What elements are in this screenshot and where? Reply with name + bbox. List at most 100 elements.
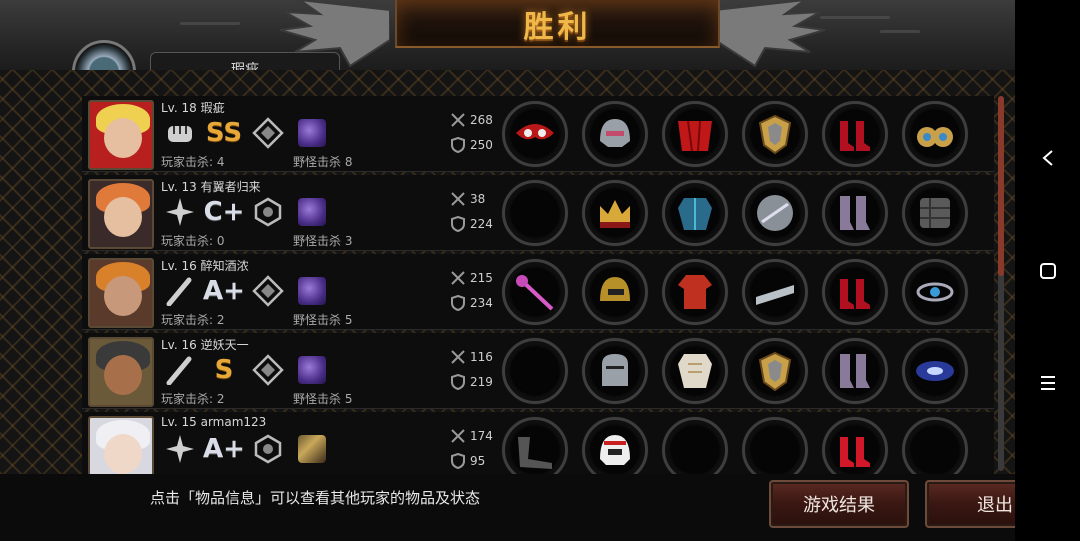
attack-value: 116 (470, 350, 493, 364)
item-slot[interactable] (902, 101, 968, 167)
item-slot[interactable] (502, 259, 568, 325)
scrollbar-thumb[interactable] (998, 96, 1004, 276)
player-avatar[interactable] (88, 337, 154, 407)
pet-icon (293, 274, 331, 308)
home-button[interactable] (1033, 256, 1063, 286)
pet-icon (293, 353, 331, 387)
player-name: armam123 (200, 415, 267, 429)
player-avatar[interactable] (88, 416, 154, 474)
round-disc-icon (757, 195, 793, 231)
item-slot[interactable] (662, 259, 728, 325)
item-slot[interactable] (902, 180, 968, 246)
player-level: Lv. 16 (161, 259, 197, 273)
shuriken-icon (161, 195, 199, 229)
home-square-icon (1040, 263, 1056, 279)
crossed-swords-icon (451, 429, 465, 443)
player-level: Lv. 18 (161, 101, 197, 115)
tier-hexagon-icon (249, 195, 287, 229)
right-wing-ornament (715, 0, 825, 68)
player-avatar[interactable] (88, 258, 154, 328)
monster-kills: 野怪击杀 5 (293, 313, 353, 327)
back-button[interactable] (1033, 143, 1063, 173)
empty-item-slot[interactable] (502, 180, 568, 246)
item-slot[interactable] (662, 101, 728, 167)
pet-icon (293, 432, 331, 466)
red-heels-icon (840, 121, 870, 151)
item-slot[interactable] (502, 417, 568, 474)
victory-title: 胜利 (523, 10, 592, 45)
defense-value: 95 (470, 454, 486, 468)
stone-gauntlet-icon (920, 198, 950, 228)
player-name: 有翼者归来 (200, 180, 261, 194)
gold-earrings-icon (917, 127, 953, 147)
menu-button[interactable] (1033, 368, 1063, 398)
tier-hexagon-icon (249, 432, 287, 466)
results-panel: Lv. 18 瑕疵 SS 玩家击杀: 4 野怪击杀 8 268 250 Lv. (0, 70, 1015, 474)
item-slot[interactable] (582, 101, 648, 167)
item-slot[interactable] (582, 180, 648, 246)
defense-value: 250 (470, 138, 493, 152)
blue-armor-icon (678, 198, 712, 230)
player-avatar[interactable] (88, 179, 154, 249)
player-level: Lv. 15 (161, 415, 197, 429)
player-name: 逆妖天一 (200, 338, 249, 352)
player-row[interactable]: Lv. 15 armam123 A+ 174 95 (82, 412, 994, 474)
monster-kills: 野怪击杀 3 (293, 234, 353, 248)
shield-icon (451, 453, 465, 469)
attack-value: 215 (470, 271, 493, 285)
player-avatar[interactable] (88, 100, 154, 170)
player-row[interactable]: Lv. 13 有翼者归来 C+ 玩家击杀: 0 野怪击杀 3 38 224 (82, 175, 994, 251)
pink-staff-icon (516, 275, 554, 311)
item-slot[interactable] (822, 180, 888, 246)
rank-badge: SS (205, 118, 243, 148)
shield-icon (451, 216, 465, 232)
rank-badge: A+ (203, 276, 245, 306)
boomerang-icon (518, 437, 552, 469)
shuriken-icon (161, 432, 199, 466)
steel-helmet-icon (600, 119, 630, 147)
item-slot[interactable] (582, 417, 648, 474)
shield-icon (451, 295, 465, 311)
pet-icon (293, 116, 331, 150)
item-slot[interactable] (822, 338, 888, 404)
purple-boots-icon (840, 196, 870, 230)
game-result-button[interactable]: 游戏结果 (769, 480, 909, 528)
defense-value: 234 (470, 296, 493, 310)
item-slot[interactable] (582, 338, 648, 404)
list-scrollbar[interactable] (998, 96, 1004, 471)
player-name: 醉知酒浓 (200, 259, 249, 273)
item-slot[interactable] (742, 180, 808, 246)
crossed-swords-icon (451, 192, 465, 206)
empty-item-slot[interactable] (742, 417, 808, 474)
player-kills: 玩家击杀: 2 (161, 313, 225, 327)
empty-item-slot[interactable] (662, 417, 728, 474)
item-slot[interactable] (662, 180, 728, 246)
defense-value: 224 (470, 217, 493, 231)
gold-crown-icon (600, 200, 630, 228)
player-row[interactable]: Lv. 16 逆妖天一 S 玩家击杀: 2 野怪击杀 5 116 219 (82, 333, 994, 409)
player-row[interactable]: Lv. 18 瑕疵 SS 玩家击杀: 4 野怪击杀 8 268 250 (82, 96, 994, 172)
system-nav-bar (1015, 0, 1080, 541)
item-slot[interactable] (742, 259, 808, 325)
item-slot[interactable] (902, 259, 968, 325)
item-slot[interactable] (822, 417, 888, 474)
item-slot[interactable] (902, 338, 968, 404)
item-slot[interactable] (742, 101, 808, 167)
defense-value: 219 (470, 375, 493, 389)
silver-bracer-icon (756, 285, 794, 305)
empty-item-slot[interactable] (502, 338, 568, 404)
tier-diamond-icon (249, 353, 287, 387)
item-slot[interactable] (502, 101, 568, 167)
player-row[interactable]: Lv. 16 醉知酒浓 A+ 玩家击杀: 2 野怪击杀 5 215 234 (82, 254, 994, 330)
gold-helmet-icon (600, 277, 630, 301)
item-slot[interactable] (822, 259, 888, 325)
empty-item-slot[interactable] (902, 417, 968, 474)
item-slot[interactable] (742, 338, 808, 404)
item-slot[interactable] (822, 101, 888, 167)
gold-shield-icon (758, 114, 792, 155)
rank-badge: C+ (203, 197, 245, 227)
shield-icon (451, 374, 465, 390)
item-slot[interactable] (582, 259, 648, 325)
item-slot[interactable] (662, 338, 728, 404)
bat-icon (161, 353, 199, 387)
